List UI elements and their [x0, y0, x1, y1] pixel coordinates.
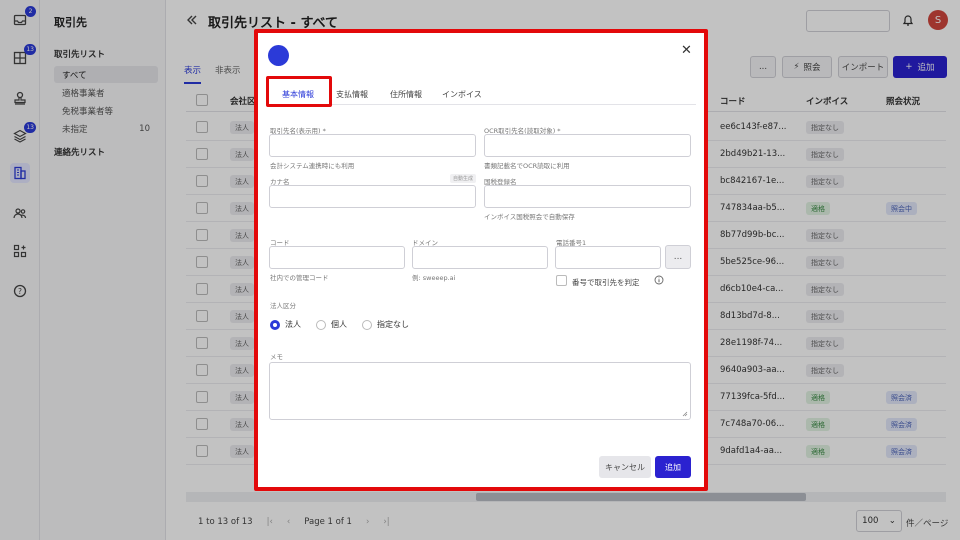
- tab-address-info[interactable]: 住所情報: [390, 89, 422, 100]
- domain-input[interactable]: [412, 246, 548, 269]
- tab-payment-info[interactable]: 支払情報: [336, 89, 368, 100]
- domain-hint: 例: sweeep.ai: [412, 274, 456, 282]
- code-hint: 社内での管理コード: [270, 274, 329, 282]
- tax-name-hint: インボイス国税照会で自動保存: [484, 213, 575, 221]
- logo: [268, 45, 289, 66]
- memo-textarea[interactable]: [269, 362, 691, 420]
- entity-radio-none[interactable]: 指定なし: [362, 319, 409, 330]
- radio-unselected: [362, 319, 372, 330]
- radio-selected: [270, 319, 280, 330]
- auto-generate-badge[interactable]: 自動生成: [450, 174, 477, 183]
- radio-unselected: [316, 319, 326, 330]
- dialog-tabs: 基本情報 支払情報 住所情報 インボイス: [268, 83, 696, 105]
- phone-match-checkbox[interactable]: [556, 275, 567, 286]
- ocr-name-input[interactable]: [484, 134, 691, 157]
- resize-handle-icon: [682, 411, 688, 417]
- add-button[interactable]: 追加: [655, 456, 691, 478]
- entity-radio-individual[interactable]: 個人: [316, 319, 347, 330]
- phone-input[interactable]: [555, 246, 661, 269]
- tab-invoice[interactable]: インボイス: [442, 89, 482, 100]
- kana-input[interactable]: [269, 185, 476, 208]
- cancel-button[interactable]: キャンセル: [599, 456, 651, 478]
- info-icon[interactable]: [654, 275, 664, 288]
- display-name-input[interactable]: [269, 134, 476, 157]
- phone-more-button[interactable]: ...: [665, 245, 691, 269]
- ocr-name-hint: 書類記載名でOCR読取に利用: [484, 162, 570, 170]
- phone-match-label: 番号で取引先を判定: [572, 278, 640, 287]
- tax-name-input[interactable]: [484, 185, 691, 208]
- code-input[interactable]: [269, 246, 405, 269]
- memo-label: メモ: [270, 353, 283, 361]
- close-icon[interactable]: ✕: [681, 43, 692, 58]
- add-vendor-dialog: ✕ 基本情報 支払情報 住所情報 インボイス 取引先名(表示用) * 会計システ…: [254, 29, 708, 491]
- entity-radio-corporate[interactable]: 法人: [270, 319, 301, 330]
- entity-label: 法人区分: [270, 302, 296, 310]
- tab-highlight: [266, 76, 332, 107]
- display-name-hint: 会計システム連携時にも利用: [270, 162, 355, 170]
